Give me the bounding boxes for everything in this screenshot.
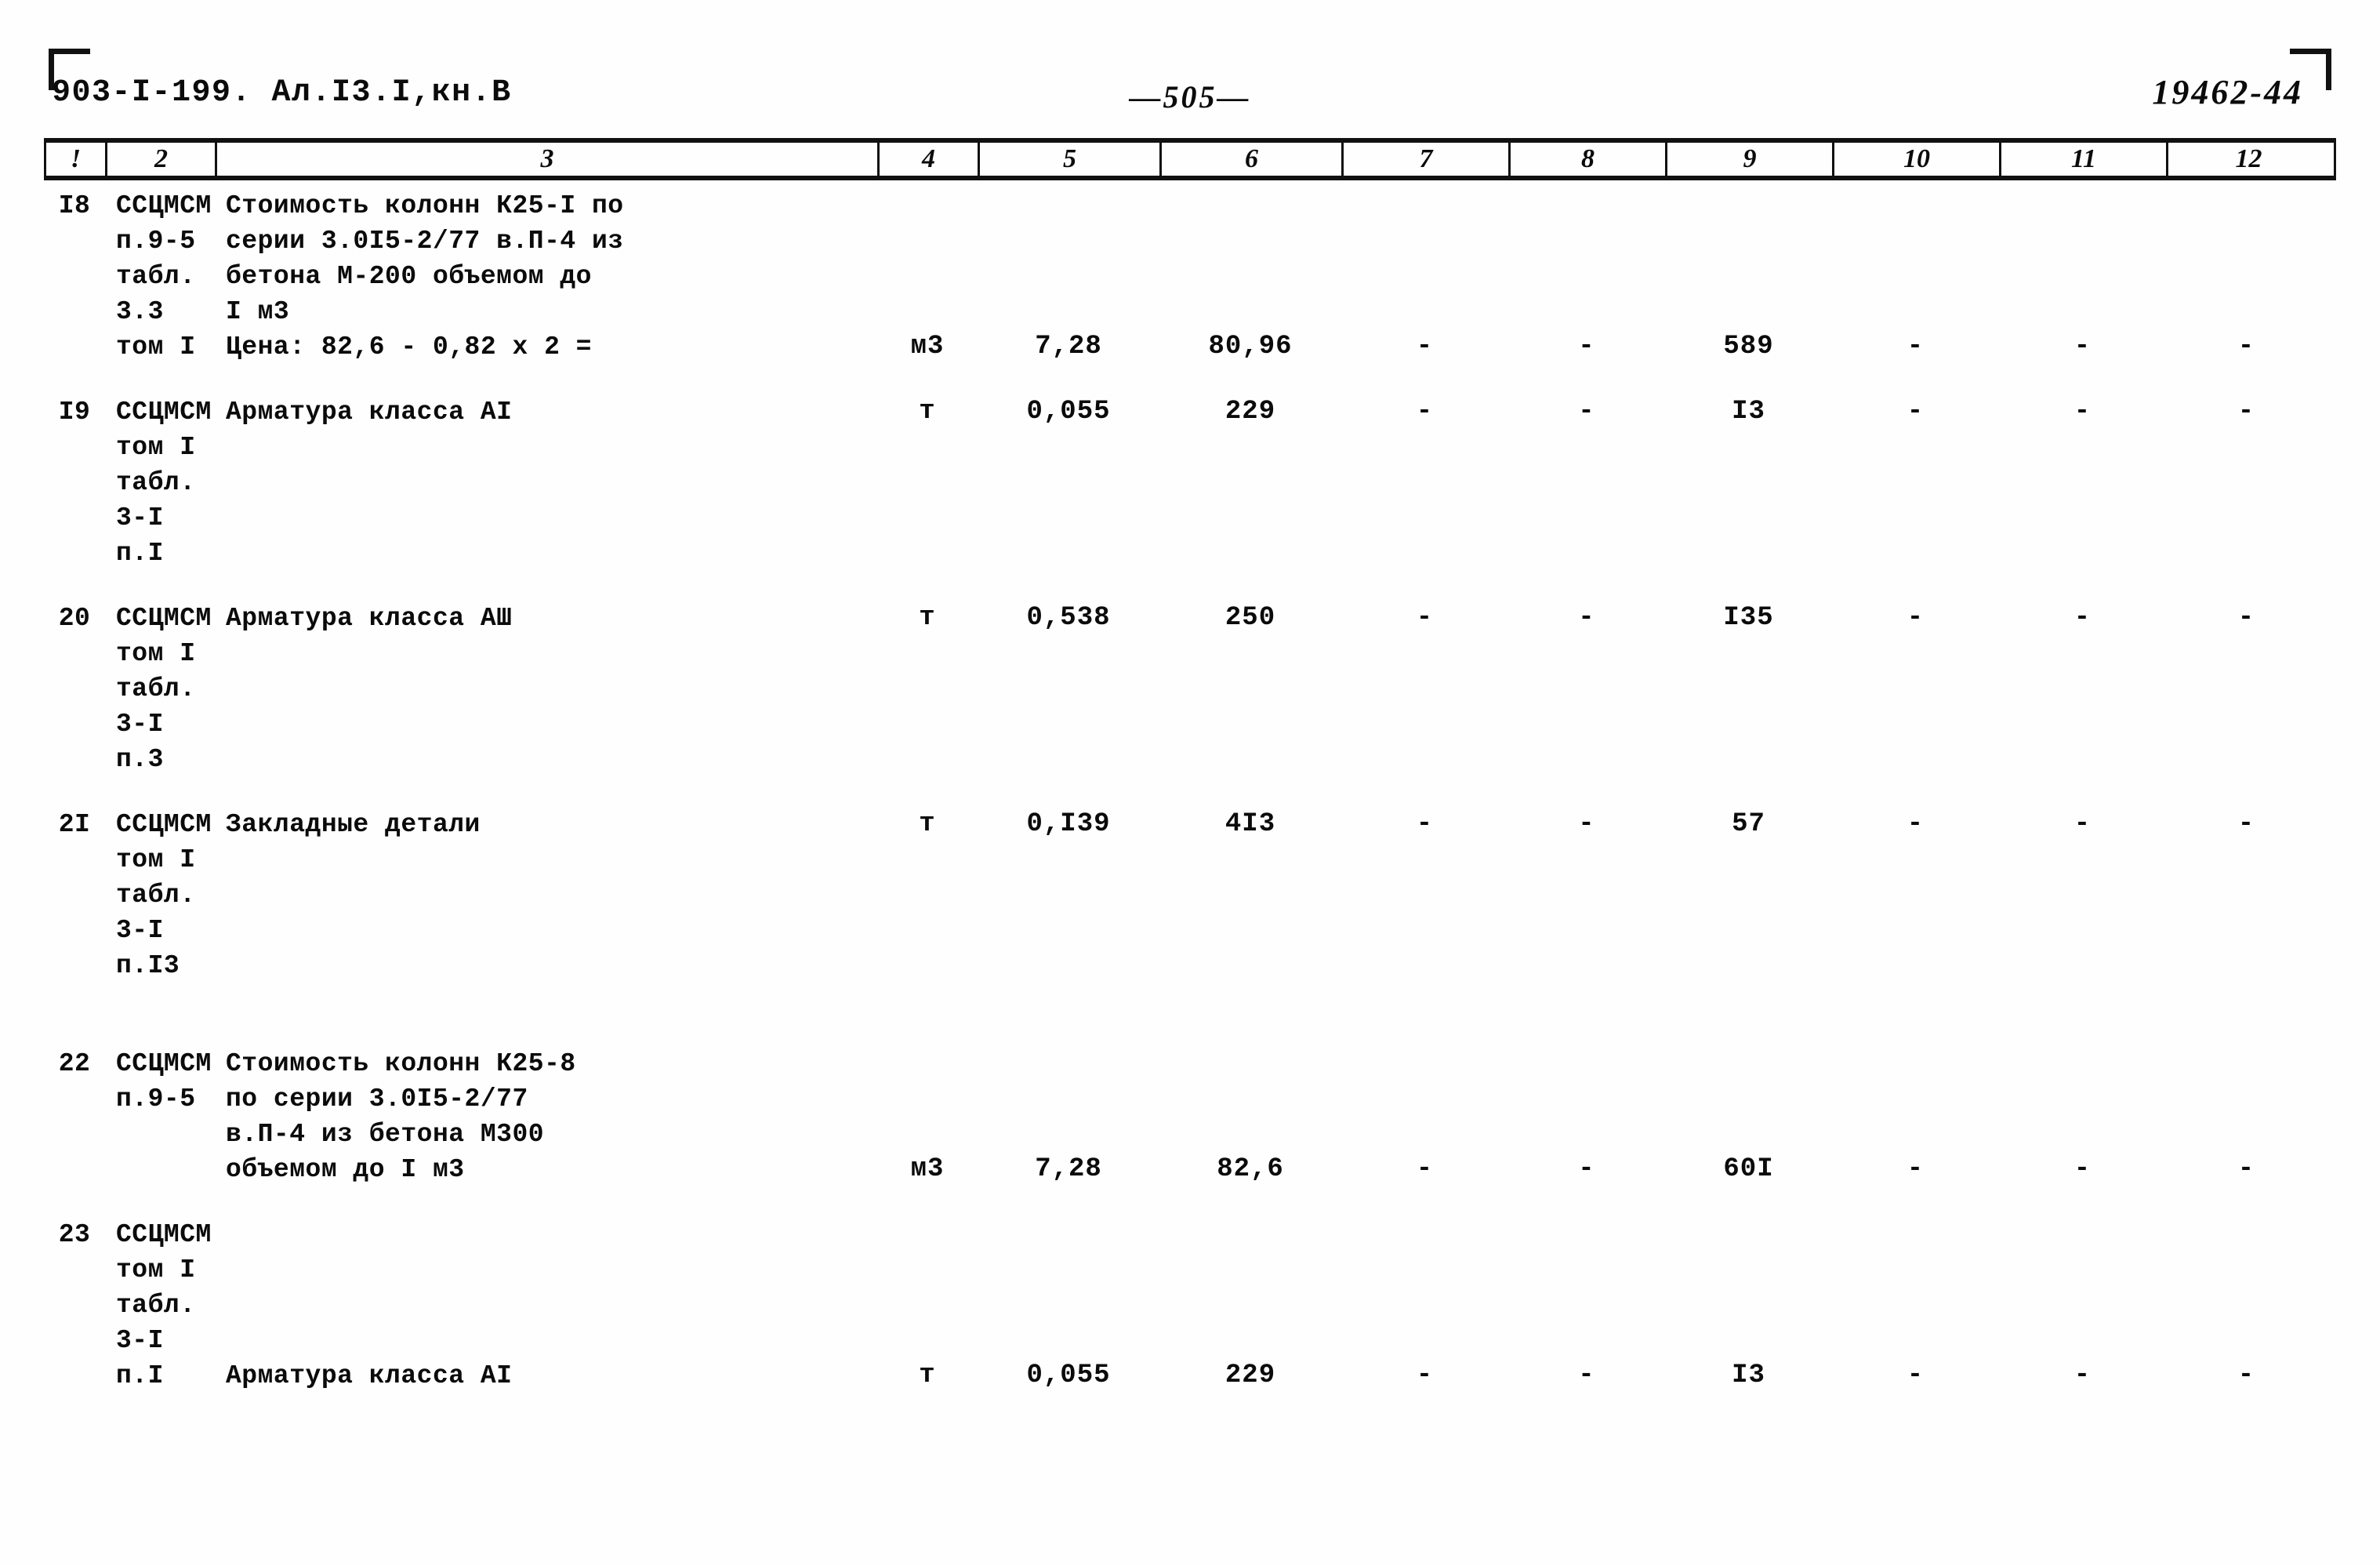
row-description: Арматура класса АI xyxy=(226,1361,513,1390)
row-reference: ССЦМСМ п.9-5 xyxy=(116,1049,212,1114)
table-row: I9 ССЦМСМ том I табл. 3-I п.I Арматура кла… xyxy=(44,394,2336,571)
column-header-11: 11 xyxy=(2001,143,2168,176)
row-description: Арматура класса АI xyxy=(226,398,513,427)
column-header-1: ! xyxy=(46,143,107,176)
row-col11-value: - xyxy=(2073,332,2092,362)
row-unit-price: 82,6 xyxy=(1217,1154,1284,1184)
row-unit: т xyxy=(919,397,936,427)
table-body: I8 ССЦМСМ п.9-5 табл. 3.3 том I Стоимость … xyxy=(44,188,2336,1393)
document-page: 903-I-199. Ал.I3.I,кн.В —505— 19462-44 !… xyxy=(0,0,2380,1566)
row-col12-value: - xyxy=(2237,1154,2255,1184)
row-col10-value: - xyxy=(1907,1361,1925,1390)
row-col8-value: - xyxy=(1578,397,1595,427)
row-col12-value: - xyxy=(2237,1361,2255,1390)
archive-code: 19462-44 xyxy=(2152,73,2303,111)
row-reference: ССЦМСМ п.9-5 табл. 3.3 том I xyxy=(116,191,212,362)
row-col11-value: - xyxy=(2073,603,2092,633)
row-unit: т xyxy=(919,809,936,839)
table-row: 22 ССЦМСМ п.9-5 Стоимость колонн К25-8 по … xyxy=(44,1046,2336,1187)
row-col10-value: - xyxy=(1907,603,1925,633)
row-index: 2I xyxy=(58,810,91,839)
row-col8-value: - xyxy=(1578,1154,1595,1184)
table-row: 23 ССЦМСМ том I табл. 3-I п.I Арматура кл… xyxy=(44,1217,2336,1393)
row-quantity: 7,28 xyxy=(1035,332,1102,362)
row-col10-value: - xyxy=(1907,1154,1925,1184)
row-col11-value: - xyxy=(2073,809,2092,839)
row-total: I35 xyxy=(1723,603,1774,633)
row-col11-value: - xyxy=(2073,1154,2092,1184)
table-row: 20 ССЦМСМ том I табл. 3-I п.3 Арматура кла… xyxy=(44,601,2336,777)
row-col8-value: - xyxy=(1578,1361,1595,1390)
row-unit-price: 80,96 xyxy=(1208,332,1293,362)
row-col7-value: - xyxy=(1416,397,1434,427)
row-index: 22 xyxy=(58,1049,91,1078)
column-header-5: 5 xyxy=(980,143,1162,176)
row-col7-value: - xyxy=(1416,1361,1434,1390)
row-quantity: 0,I39 xyxy=(1026,809,1111,839)
row-unit: м3 xyxy=(910,1154,945,1184)
row-reference: ССЦМСМ том I табл. 3-I п.I xyxy=(116,1220,212,1390)
page-header: 903-I-199. Ал.I3.I,кн.В —505— 19462-44 xyxy=(0,73,2380,122)
table-row: I8 ССЦМСМ п.9-5 табл. 3.3 том I Стоимость … xyxy=(44,188,2336,365)
table-row: 2I ССЦМСМ том I табл. 3-I п.I3 Закладные д… xyxy=(44,807,2336,983)
row-col11-value: - xyxy=(2073,397,2092,427)
column-header-9: 9 xyxy=(1667,143,1834,176)
row-col7-value: - xyxy=(1416,1154,1434,1184)
row-index: 20 xyxy=(58,604,91,633)
row-quantity: 0,538 xyxy=(1026,603,1111,633)
row-total: 60I xyxy=(1723,1154,1774,1184)
row-col8-value: - xyxy=(1578,332,1595,362)
row-col7-value: - xyxy=(1416,332,1434,362)
column-header-2: 2 xyxy=(107,143,217,176)
row-total: I3 xyxy=(1732,1361,1765,1390)
row-col11-value: - xyxy=(2073,1361,2092,1390)
row-index: I8 xyxy=(58,191,91,220)
row-col8-value: - xyxy=(1578,809,1595,839)
row-quantity: 0,055 xyxy=(1026,397,1111,427)
row-unit-price: 229 xyxy=(1224,397,1276,427)
column-header-4: 4 xyxy=(880,143,980,176)
row-reference: ССЦМСМ том I табл. 3-I п.I xyxy=(116,398,212,568)
column-header-8: 8 xyxy=(1511,143,1667,176)
row-col12-value: - xyxy=(2237,603,2255,633)
row-col7-value: - xyxy=(1416,809,1434,839)
row-col12-value: - xyxy=(2237,397,2255,427)
row-quantity: 0,055 xyxy=(1026,1361,1111,1390)
row-col10-value: - xyxy=(1907,332,1925,362)
row-description: Стоимость колонн К25-I по серии 3.0I5-2/… xyxy=(226,191,624,362)
row-col10-value: - xyxy=(1907,809,1925,839)
row-col12-value: - xyxy=(2237,809,2255,839)
row-reference: ССЦМСМ том I табл. 3-I п.I3 xyxy=(116,810,212,980)
column-header-12: 12 xyxy=(2235,144,2262,173)
row-index: I9 xyxy=(58,398,91,427)
row-quantity: 7,28 xyxy=(1035,1154,1102,1184)
row-description: Арматура класса АШ xyxy=(226,604,513,633)
row-description: Стоимость колонн К25-8 по серии 3.0I5-2/… xyxy=(226,1049,576,1184)
row-unit-price: 250 xyxy=(1224,603,1276,633)
column-header-3: 3 xyxy=(217,143,880,176)
row-col12-value: - xyxy=(2237,332,2255,362)
row-index: 23 xyxy=(58,1220,91,1249)
column-header-6: 6 xyxy=(1162,143,1344,176)
row-total: 589 xyxy=(1723,332,1774,362)
row-unit-price: 4I3 xyxy=(1224,809,1276,839)
row-col7-value: - xyxy=(1416,603,1434,633)
row-total: I3 xyxy=(1732,397,1765,427)
table-column-header-row: ! 2 3 4 5 6 7 8 9 10 11 12 xyxy=(44,138,2336,180)
row-col10-value: - xyxy=(1907,397,1925,427)
column-header-7: 7 xyxy=(1344,143,1511,176)
row-reference: ССЦМСМ том I табл. 3-I п.3 xyxy=(116,604,212,774)
row-description: Закладные детали xyxy=(226,810,481,839)
row-unit-price: 229 xyxy=(1224,1361,1276,1390)
row-unit: м3 xyxy=(910,332,945,362)
column-header-10: 10 xyxy=(1834,143,2001,176)
row-unit: т xyxy=(919,603,936,633)
page-number: —505— xyxy=(1129,79,1251,114)
row-unit: т xyxy=(919,1361,936,1390)
row-total: 57 xyxy=(1732,809,1765,839)
row-col8-value: - xyxy=(1578,603,1595,633)
